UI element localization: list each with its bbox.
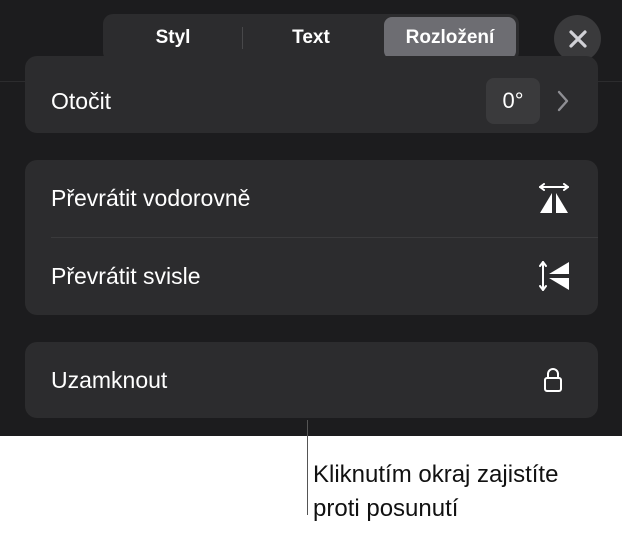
- rotate-value: 0°: [502, 88, 524, 113]
- tab-rozlozeni-label: Rozložení: [405, 27, 495, 48]
- flip-horizontal-label: Převrátit vodorovně: [51, 185, 251, 211]
- tab-styl-label: Styl: [155, 27, 191, 48]
- tab-text-label: Text: [292, 27, 330, 48]
- callout-text: Kliknutím okraj zajistíte proti posunutí: [313, 461, 559, 522]
- flip-vertical-icon: [538, 258, 572, 294]
- rotate-row[interactable]: Otočit 0°: [25, 77, 598, 125]
- tab-styl[interactable]: Styl: [106, 17, 240, 59]
- tab-text[interactable]: Text: [244, 17, 378, 59]
- chevron-right-icon[interactable]: [555, 89, 571, 113]
- rotate-group: Otočit 0°: [25, 56, 598, 133]
- format-tabs: Styl Text Rozložení: [103, 14, 519, 62]
- lock-icon[interactable]: [541, 366, 565, 394]
- flip-vertical-label: Převrátit svisle: [51, 263, 201, 289]
- lock-group: Uzamknout: [25, 342, 598, 418]
- lock-row[interactable]: Uzamknout: [25, 342, 598, 418]
- flip-horizontal-icon: [536, 182, 572, 216]
- rotate-label: Otočit: [51, 87, 112, 114]
- close-icon: [568, 29, 587, 48]
- callout-line: [307, 420, 308, 515]
- close-button[interactable]: [554, 15, 601, 62]
- tab-rozlozeni[interactable]: Rozložení: [384, 17, 516, 59]
- flip-horizontal-row[interactable]: Převrátit vodorovně: [25, 160, 598, 237]
- format-panel: Styl Text Rozložení Otočit 0° Převrátit …: [0, 0, 622, 436]
- tab-separator: [242, 27, 243, 49]
- rotate-value-field[interactable]: 0°: [486, 78, 540, 124]
- lock-label: Uzamknout: [51, 366, 168, 393]
- flip-vertical-row[interactable]: Převrátit svisle: [25, 238, 598, 315]
- flip-group: Převrátit vodorovně Převrátit svisle: [25, 160, 598, 315]
